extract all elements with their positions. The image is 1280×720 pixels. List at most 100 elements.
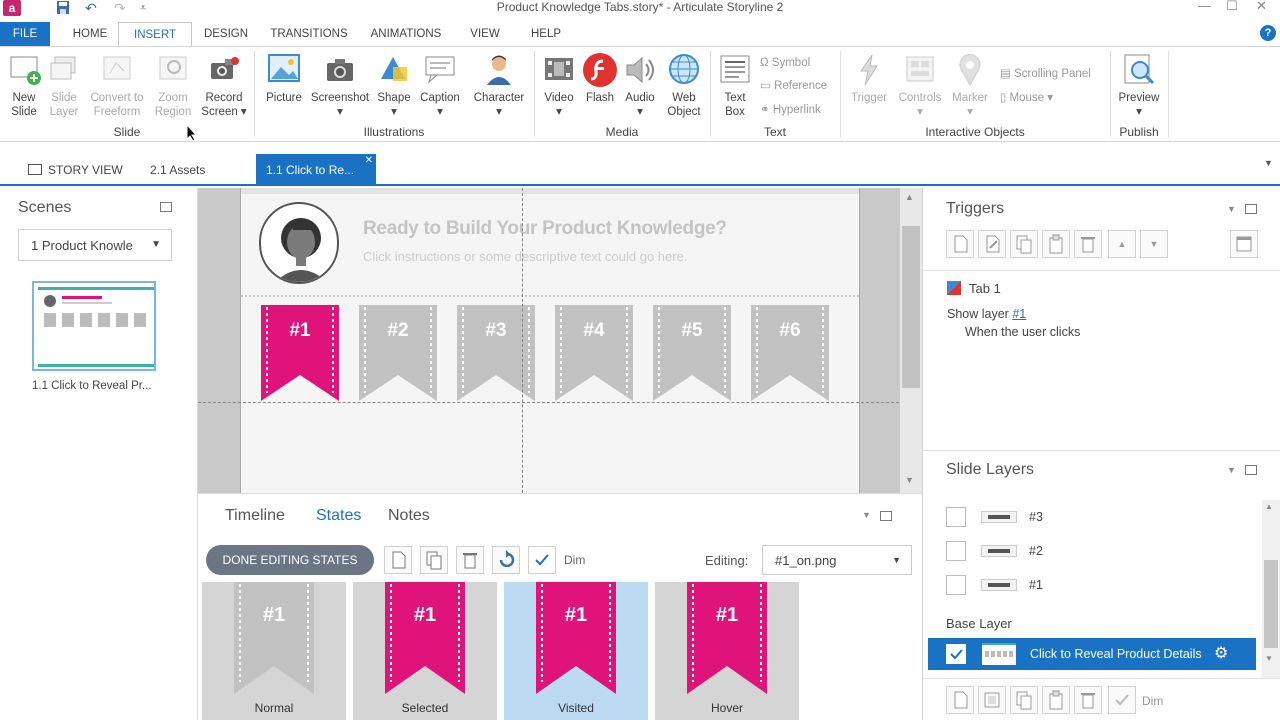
- picture-button[interactable]: Picture: [262, 53, 306, 105]
- tab-timeline[interactable]: Timeline: [225, 507, 285, 525]
- scroll-up-icon[interactable]: ▲: [905, 192, 914, 202]
- paste-trigger-button[interactable]: [1042, 230, 1070, 258]
- move-up-button[interactable]: ▲: [1108, 230, 1136, 258]
- new-slide-button[interactable]: New Slide: [2, 53, 46, 119]
- tab-design[interactable]: DESIGN: [196, 22, 256, 46]
- visibility-checkbox[interactable]: [946, 507, 966, 527]
- tab-animations[interactable]: ANIMATIONS: [362, 22, 450, 46]
- state-selected[interactable]: #1 Selected: [353, 582, 497, 720]
- delete-layer-button[interactable]: [1074, 686, 1102, 714]
- marker-button[interactable]: Marker ▾: [948, 53, 992, 119]
- layer-row[interactable]: #1: [923, 568, 1259, 602]
- tab-transitions[interactable]: TRANSITIONS: [264, 22, 354, 46]
- scrollbar-thumb[interactable]: [1264, 560, 1278, 648]
- tabs-overflow-icon[interactable]: ▼: [1264, 158, 1273, 168]
- flash-button[interactable]: Flash: [580, 53, 620, 105]
- state-hover[interactable]: #1 Hover: [655, 582, 799, 720]
- tab-button-5[interactable]: #5: [653, 305, 731, 405]
- slide-thumbnail[interactable]: [32, 281, 156, 371]
- close-tab-icon[interactable]: ✕: [365, 145, 373, 177]
- slide-subtext[interactable]: Click instructions or some descriptive t…: [363, 249, 687, 264]
- duplicate-state-button[interactable]: [420, 546, 448, 574]
- base-layer-row[interactable]: Click to Reveal Product Details ⚙: [928, 638, 1256, 670]
- audio-button[interactable]: Audio ▾: [620, 53, 660, 119]
- preview-button[interactable]: Preview ▾: [1114, 53, 1164, 119]
- new-trigger-button[interactable]: [946, 230, 974, 258]
- tab-button-2[interactable]: #2: [359, 305, 437, 405]
- scroll-down-icon[interactable]: ▼: [1265, 654, 1273, 663]
- close-icon[interactable]: ✕: [1256, 0, 1267, 14]
- new-layer-button[interactable]: [946, 686, 974, 714]
- minimize-icon[interactable]: —: [1198, 0, 1211, 13]
- layer-properties-button[interactable]: [978, 686, 1006, 714]
- text-box-button[interactable]: Text Box: [714, 53, 756, 119]
- restore-panel-icon[interactable]: [880, 511, 892, 521]
- scroll-up-icon[interactable]: ▲: [1265, 502, 1273, 511]
- trigger-target-link[interactable]: #1: [1012, 307, 1026, 321]
- tab-button-4[interactable]: #4: [555, 305, 633, 405]
- dim-layer-checkbox[interactable]: [1108, 686, 1136, 714]
- tab-file[interactable]: FILE: [0, 22, 50, 46]
- controls-button[interactable]: Controls ▾: [894, 53, 946, 119]
- restore-panel-icon[interactable]: [1245, 204, 1257, 214]
- layer-row[interactable]: #2: [923, 534, 1259, 568]
- dim-checkbox[interactable]: [528, 546, 556, 574]
- symbol-button[interactable]: Ω Symbol: [760, 56, 810, 70]
- tab-notes[interactable]: Notes: [388, 507, 430, 525]
- editing-object-dropdown[interactable]: #1_on.png ▼: [762, 545, 912, 575]
- record-screen-button[interactable]: Record Screen ▾: [198, 53, 250, 119]
- done-editing-states-button[interactable]: DONE EDITING STATES: [206, 545, 374, 575]
- scroll-down-icon[interactable]: ▼: [905, 475, 914, 485]
- screenshot-button[interactable]: Screenshot ▾: [308, 53, 372, 119]
- panel-menu-icon[interactable]: ▼: [1227, 465, 1236, 475]
- trigger-object[interactable]: Tab 1: [947, 281, 1001, 296]
- zoom-region-button[interactable]: Zoom Region: [150, 53, 196, 119]
- gear-icon[interactable]: ⚙: [1214, 643, 1228, 663]
- state-normal[interactable]: #1 Normal: [202, 582, 346, 720]
- mouse-button[interactable]: ▯ Mouse ▾: [1000, 91, 1053, 105]
- delete-trigger-button[interactable]: [1074, 230, 1102, 258]
- visibility-checkbox[interactable]: [946, 575, 966, 595]
- tab-insert[interactable]: INSERT: [118, 22, 192, 46]
- edit-trigger-button[interactable]: [978, 230, 1006, 258]
- hyperlink-button[interactable]: ⚭ Hyperlink: [760, 103, 821, 117]
- reset-state-button[interactable]: [492, 546, 520, 574]
- tab-assets[interactable]: 2.1 Assets: [150, 154, 205, 186]
- state-visited[interactable]: #1 Visited: [504, 582, 648, 720]
- caption-button[interactable]: Caption ▾: [416, 53, 464, 119]
- stage-scrollbar[interactable]: ▲ ▼: [900, 188, 922, 493]
- maximize-icon[interactable]: ☐: [1226, 0, 1238, 14]
- tab-view[interactable]: VIEW: [462, 22, 508, 46]
- panel-menu-icon[interactable]: ▼: [862, 510, 871, 520]
- character-button[interactable]: Character ▾: [470, 53, 528, 119]
- visibility-checkbox[interactable]: [946, 541, 966, 561]
- layer-row[interactable]: #3: [923, 500, 1259, 534]
- shape-button[interactable]: Shape ▾: [374, 53, 414, 119]
- slide-layer-button[interactable]: Slide Layer: [44, 53, 84, 119]
- avatar[interactable]: [259, 202, 339, 284]
- trigger-action[interactable]: Show layer #1: [947, 307, 1026, 321]
- tab-click-to-reveal[interactable]: 1.1 Click to Re... ✕: [256, 154, 376, 186]
- scene-dropdown[interactable]: 1 Product Knowle ▼: [18, 229, 172, 261]
- tab-home[interactable]: HOME: [62, 22, 118, 46]
- tab-button-6[interactable]: #6: [751, 305, 829, 405]
- trigger-panel-options-button[interactable]: [1230, 230, 1258, 258]
- tab-story-view[interactable]: STORY VIEW: [28, 154, 123, 186]
- restore-panel-icon[interactable]: [1245, 465, 1257, 475]
- video-button[interactable]: Video ▾: [538, 53, 580, 119]
- move-down-button[interactable]: ▼: [1140, 230, 1168, 258]
- scrolling-panel-button[interactable]: ▤ Scrolling Panel: [1000, 67, 1091, 81]
- convert-to-freeform-button[interactable]: Convert to Freeform: [86, 53, 148, 119]
- layers-scrollbar[interactable]: ▲ ▼: [1262, 500, 1280, 678]
- delete-state-button[interactable]: [456, 546, 484, 574]
- restore-panel-icon[interactable]: [160, 202, 172, 212]
- visibility-checkbox[interactable]: [946, 644, 966, 664]
- tab-button-1[interactable]: #1: [261, 305, 339, 405]
- duplicate-layer-button[interactable]: [1010, 686, 1038, 714]
- copy-trigger-button[interactable]: [1010, 230, 1038, 258]
- tab-help[interactable]: HELP: [522, 22, 570, 46]
- help-icon[interactable]: ?: [1260, 25, 1276, 41]
- scrollbar-thumb[interactable]: [902, 226, 920, 388]
- tab-states[interactable]: States: [316, 507, 361, 525]
- slide-heading[interactable]: Ready to Build Your Product Knowledge?: [363, 218, 727, 240]
